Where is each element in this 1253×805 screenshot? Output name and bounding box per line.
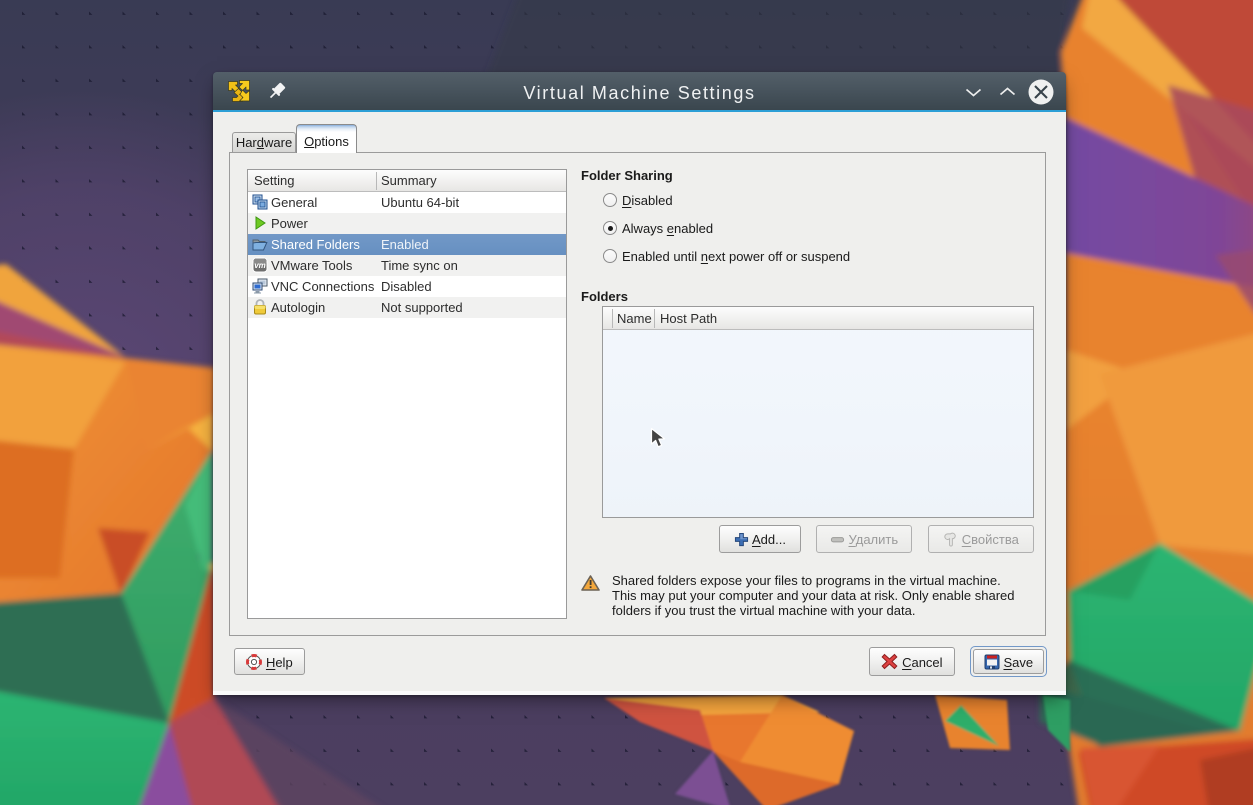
svg-text:vm: vm xyxy=(254,261,266,270)
